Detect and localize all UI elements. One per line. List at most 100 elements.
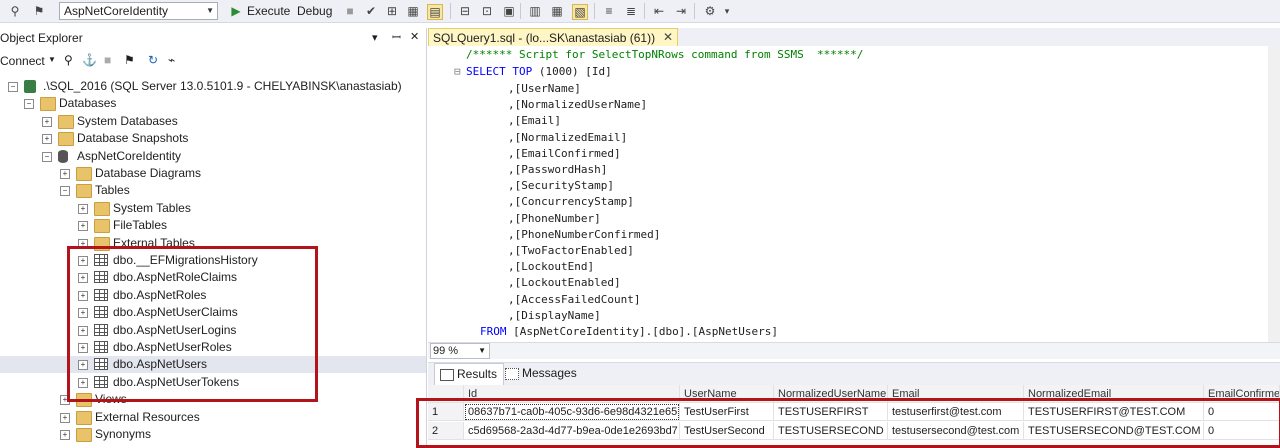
grid-icon bbox=[440, 369, 454, 381]
expand-icon[interactable]: + bbox=[60, 169, 70, 179]
collapse-icon[interactable]: − bbox=[60, 186, 70, 197]
tab-results[interactable]: Results bbox=[434, 363, 505, 385]
tree-item-label: Tables bbox=[95, 183, 130, 198]
disconnect-icon[interactable]: ⚓ bbox=[82, 53, 97, 67]
select-keyword: SELECT bbox=[466, 65, 506, 78]
refresh-icon[interactable]: ↻ bbox=[148, 53, 158, 67]
highlight-box-tables bbox=[67, 246, 318, 402]
column-line: ,[SecurityStamp] bbox=[508, 179, 614, 193]
column-line: ,[PhoneNumberConfirmed] bbox=[508, 227, 661, 241]
stop-icon[interactable]: ■ bbox=[343, 4, 357, 18]
tab-sqlquery1[interactable]: SQLQuery1.sql - (lo...SK\anastasiab (61)… bbox=[428, 28, 678, 47]
results-text-icon[interactable]: ▥ bbox=[528, 4, 542, 18]
tree-item-label: Database Snapshots bbox=[77, 131, 189, 146]
tree-item-label: Databases bbox=[59, 96, 117, 111]
object-explorer-title: Object Explorer bbox=[0, 31, 83, 45]
plug-icon[interactable]: ⚲ bbox=[8, 4, 22, 18]
column-line: ,[NormalizedEmail] bbox=[508, 130, 628, 144]
debug-button[interactable]: Debug bbox=[297, 3, 332, 19]
execute-button[interactable]: Execute bbox=[247, 3, 290, 19]
database-dropdown[interactable]: AspNetCoreIdentity ▼ bbox=[59, 2, 218, 20]
connect-button[interactable]: Connect bbox=[0, 54, 45, 68]
tree-item[interactable]: + FileTables bbox=[0, 217, 426, 234]
collapse-icon[interactable]: − bbox=[24, 99, 34, 110]
expand-icon[interactable]: + bbox=[42, 116, 52, 127]
tree-item[interactable]: + External Resources bbox=[0, 409, 426, 426]
editor-scrollbar[interactable] bbox=[1268, 46, 1280, 342]
client-stats-icon[interactable]: ▣ bbox=[502, 4, 516, 18]
collapse-icon[interactable]: − bbox=[8, 82, 18, 92]
expand-icon[interactable]: + bbox=[60, 412, 70, 423]
zoom-select[interactable]: 99 % ▼ bbox=[430, 343, 490, 359]
execute-icon[interactable]: ▶ bbox=[229, 4, 243, 18]
column-line: ,[EmailConfirmed] bbox=[508, 146, 621, 160]
close-icon[interactable]: ✕ bbox=[410, 30, 419, 43]
expand-icon[interactable]: + bbox=[78, 221, 88, 232]
folder-icon bbox=[76, 410, 92, 425]
uncomment-lines-icon[interactable]: ≣ bbox=[624, 4, 638, 18]
column-line: ,[LockoutEnd] bbox=[508, 260, 595, 274]
increase-indent-icon[interactable]: ⇥ bbox=[674, 4, 688, 18]
database-icon bbox=[58, 149, 68, 163]
column-line: ,[PhoneNumber] bbox=[508, 211, 601, 225]
results-to-icon[interactable]: ▦ bbox=[406, 4, 420, 18]
tree-item[interactable]: − Databases bbox=[0, 95, 426, 112]
folder-icon bbox=[58, 132, 74, 147]
activity-monitor-icon[interactable]: ⌁ bbox=[168, 53, 175, 67]
folder-icon bbox=[76, 428, 92, 442]
live-stats-icon[interactable]: ⊡ bbox=[480, 4, 494, 18]
include-plan-icon[interactable]: ⊟ bbox=[458, 4, 472, 18]
editor-status-bar bbox=[428, 342, 1280, 359]
query-plan-icon[interactable]: ⊞ bbox=[385, 4, 399, 18]
collapse-icon[interactable]: ⊟ bbox=[454, 64, 461, 80]
highlight-box-results bbox=[416, 398, 1280, 448]
connect-plug-icon[interactable]: ⚲ bbox=[64, 53, 73, 67]
query-editor[interactable]: /****** Script for SelectTopNRows comman… bbox=[428, 46, 1280, 342]
tree-item-label: Database Diagrams bbox=[95, 166, 202, 180]
panel-options-icon[interactable]: ▾ bbox=[372, 31, 378, 44]
tree-item[interactable]: − Tables bbox=[0, 182, 426, 199]
specify-values-icon[interactable]: ⚙ bbox=[703, 4, 717, 18]
folder-icon bbox=[58, 114, 74, 129]
results-tab-strip: Results Messages bbox=[428, 362, 1280, 385]
from-target: [AspNetCoreIdentity].[dbo].[AspNetUsers] bbox=[506, 325, 779, 338]
column-line: ,[NormalizedUserName] bbox=[508, 98, 648, 112]
parse-checkmark-icon[interactable]: ✔ bbox=[364, 4, 378, 18]
folder-icon bbox=[76, 167, 92, 181]
results-file-icon[interactable]: ▧ bbox=[572, 4, 588, 20]
zoom-value: 99 % bbox=[433, 345, 459, 357]
expand-icon[interactable]: + bbox=[42, 134, 52, 145]
tree-item-label: System Tables bbox=[113, 200, 191, 215]
column-line: ,[UserName] bbox=[508, 82, 581, 95]
tree-item[interactable]: + System Databases bbox=[0, 113, 426, 130]
results-grid-icon[interactable]: ▦ bbox=[550, 4, 564, 18]
expand-icon[interactable]: + bbox=[78, 203, 88, 214]
main-toolbar: ⚲ ⚑ AspNetCoreIdentity ▼ ▶ Execute Debug… bbox=[0, 0, 1280, 23]
results-to-grid-icon[interactable]: ▤ bbox=[427, 4, 443, 20]
expand-icon[interactable]: + bbox=[60, 430, 70, 440]
tree-item[interactable]: + Database Diagrams bbox=[0, 165, 426, 182]
tree-item-label: External Resources bbox=[95, 409, 200, 424]
tree-item[interactable]: + System Tables bbox=[0, 200, 426, 217]
chevron-down-icon: ▼ bbox=[478, 346, 486, 355]
tree-item[interactable]: + Database Snapshots bbox=[0, 130, 426, 147]
filter-icon[interactable]: ⚑ bbox=[32, 4, 46, 18]
tree-item[interactable]: − .\SQL_2016 (SQL Server 13.0.5101.9 - CH… bbox=[0, 78, 426, 95]
stop-icon[interactable]: ■ bbox=[104, 53, 111, 67]
column-line: ,[ConcurrencyStamp] bbox=[508, 195, 634, 209]
tab-messages-label: Messages bbox=[522, 366, 577, 380]
pin-icon[interactable]: ꟷ bbox=[392, 30, 401, 45]
toolbar-overflow-icon[interactable]: ▾ bbox=[720, 4, 734, 18]
tree-item[interactable]: − AspNetCoreIdentity bbox=[0, 148, 426, 165]
decrease-indent-icon[interactable]: ⇤ bbox=[652, 4, 666, 18]
tree-item[interactable]: + Synonyms bbox=[0, 426, 426, 443]
column-line: ,[LockoutEnabled] bbox=[508, 276, 621, 290]
comment-lines-icon[interactable]: ≡ bbox=[602, 4, 616, 18]
collapse-icon[interactable]: − bbox=[42, 151, 52, 162]
close-tab-icon[interactable]: ✕ bbox=[663, 30, 673, 44]
chevron-down-icon: ▼ bbox=[206, 6, 214, 15]
tab-messages[interactable]: Messages bbox=[500, 363, 583, 384]
tree-item-label: AspNetCoreIdentity bbox=[77, 148, 182, 163]
connect-dropdown-icon[interactable]: ▼ bbox=[48, 55, 56, 64]
filter-icon[interactable]: ⚑ bbox=[124, 53, 135, 67]
